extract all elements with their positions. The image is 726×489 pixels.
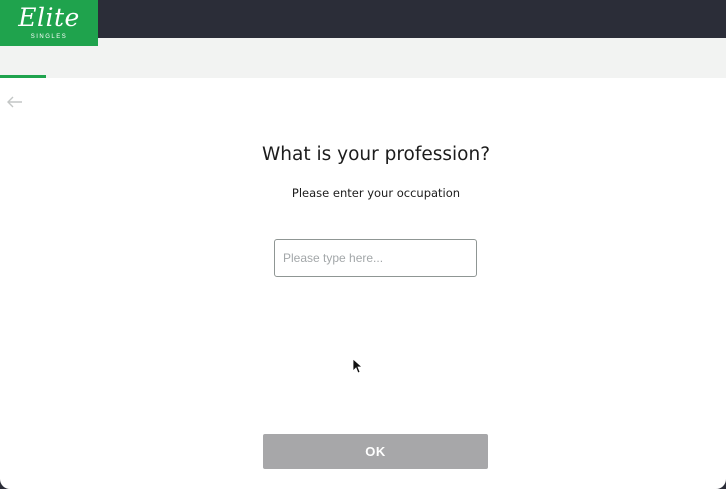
elite-singles-logo[interactable]: Elite SINGLES (0, 0, 98, 46)
logo-wordmark: Elite (18, 3, 80, 32)
question-subtitle: Please enter your occupation (291, 186, 461, 200)
app-frame: Elite SINGLES What is your profession? P… (0, 0, 726, 489)
logo-subtitle: SINGLES (30, 34, 68, 40)
occupation-input[interactable] (274, 239, 477, 277)
top-bar (0, 0, 726, 38)
mouse-cursor-icon (352, 358, 364, 374)
ok-button[interactable]: OK (263, 434, 488, 469)
arrow-left-icon (7, 96, 22, 108)
back-button[interactable] (5, 92, 25, 112)
question-title: What is your profession? (261, 144, 491, 165)
questionnaire-window: What is your profession? Please enter yo… (0, 38, 726, 489)
progress-fill (0, 75, 46, 78)
progress-bar (0, 38, 726, 78)
